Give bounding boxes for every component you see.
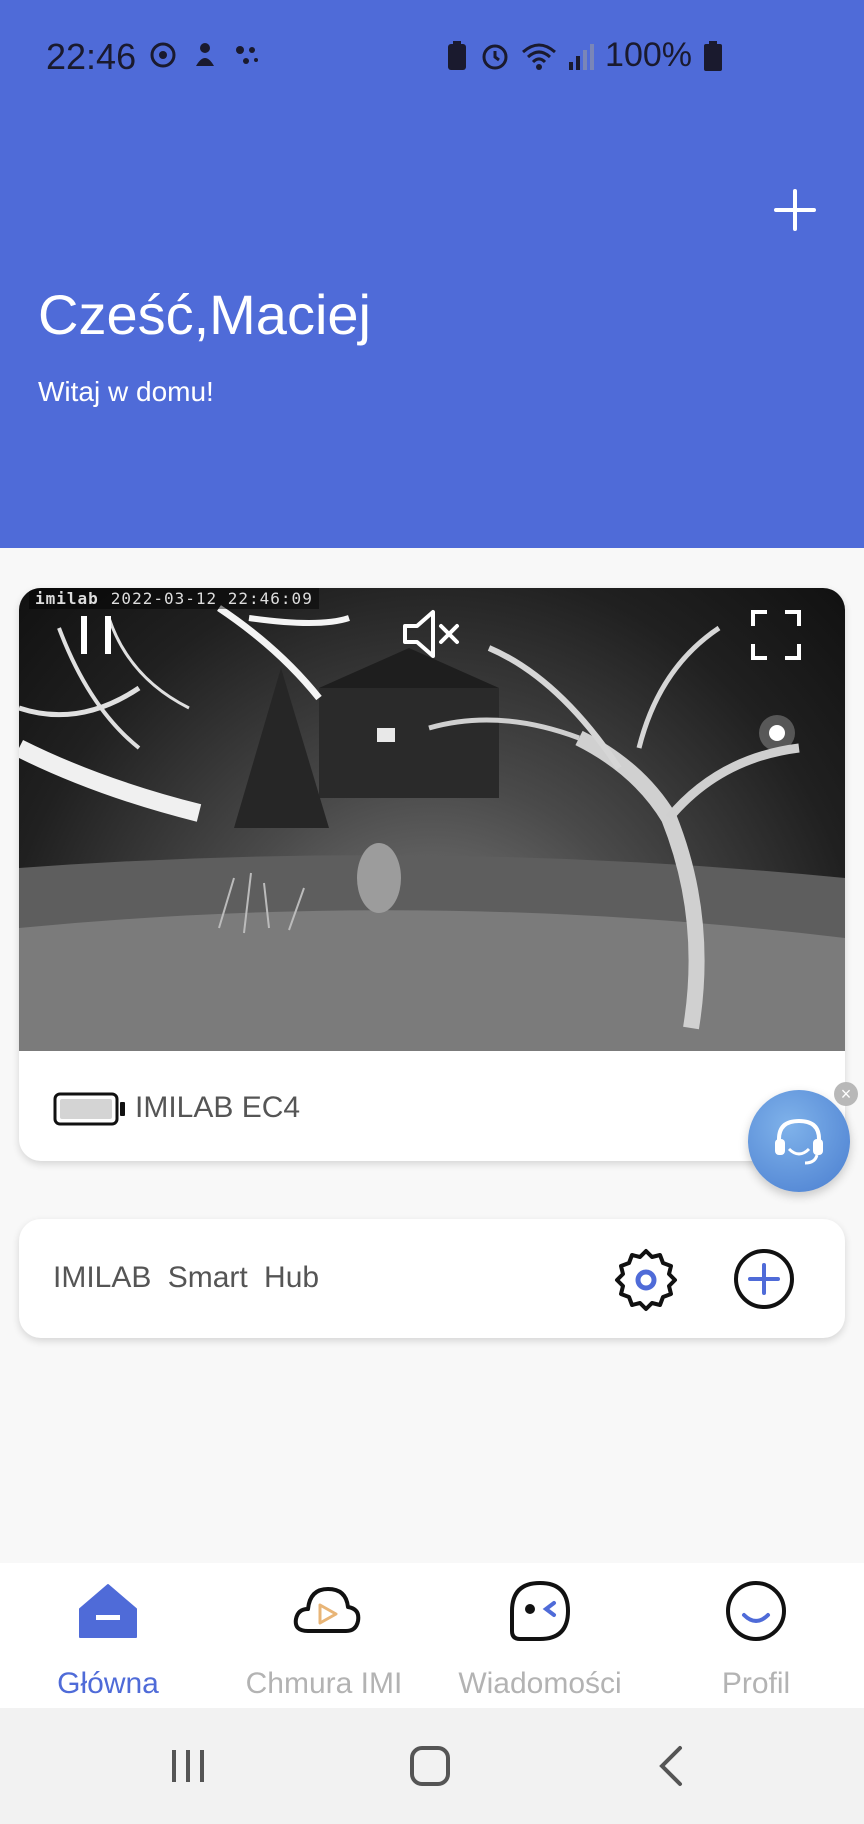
message-icon [510,1580,571,1641]
gear-icon[interactable] [613,1247,679,1313]
nav-label-cloud: Chmura IMI [245,1667,403,1700]
nav-item-messages[interactable]: Wiadomości [432,1563,648,1708]
back-icon[interactable] [652,1744,688,1788]
battery-percent: 100% [605,36,692,74]
header: 22:46 100% Cześć,Maciej Witaj w domu! [0,0,864,548]
camera-footer: IMILAB EC4 [19,1051,845,1161]
status-time: 22:46 [46,36,137,77]
nav-label-profile: Profil [721,1667,791,1700]
smile-icon [726,1581,786,1641]
nav-label-home: Główna [57,1667,159,1700]
sync-icon [150,42,176,68]
video-watermark: imilab 2022-03-12 22:46:09 [29,588,319,609]
system-navigation-bar [0,1708,864,1824]
support-button[interactable] [748,1090,850,1192]
alarm-icon [482,44,508,69]
battery-saver-icon [448,40,467,70]
signal-icon [569,43,595,70]
nav-item-cloud[interactable]: Chmura IMI [216,1563,432,1708]
wifi-icon [522,43,557,70]
home-nav-icon[interactable] [408,1744,452,1788]
plus-icon[interactable] [770,185,820,235]
home-icon [79,1584,137,1638]
video-timestamp: 2022-03-12 22:46:09 [110,589,313,608]
headset-icon [775,1118,823,1165]
hub-card[interactable]: IMILAB Smart Hub [19,1219,845,1338]
bottom-nav: Główna Chmura IMI Wiadomości Profil [0,1563,864,1708]
battery-icon [53,1092,125,1126]
camera-name: IMILAB EC4 [135,1091,301,1124]
support-close-button[interactable]: × [834,1082,858,1106]
cloud-play-icon [293,1587,361,1633]
recent-apps-icon[interactable] [168,1744,208,1788]
greeting: Cześć,Maciej [38,283,371,346]
status-right: 100% [445,36,724,75]
nav-item-profile[interactable]: Profil [648,1563,864,1708]
camera-card[interactable]: imilab 2022-03-12 22:46:09 IMILAB EC4 [19,588,845,1161]
hub-name: IMILAB Smart Hub [53,1261,320,1294]
mute-icon[interactable] [399,606,463,662]
subtitle: Witaj w domu! [38,376,214,407]
fullscreen-icon[interactable] [749,608,803,662]
status-bar: 22:46 100% [0,0,864,115]
nav-item-home[interactable]: Główna [0,1563,216,1708]
watermark-brand: imilab [35,589,99,608]
status-left-icons [148,40,262,70]
camera-live-view[interactable]: imilab 2022-03-12 22:46:09 [19,588,845,1051]
person-icon [196,43,214,66]
battery-icon [704,40,722,71]
plus-circle-icon[interactable] [732,1247,796,1311]
dots-icon [236,46,258,64]
nav-label-messages: Wiadomości [458,1667,622,1700]
pause-icon[interactable] [67,610,127,660]
